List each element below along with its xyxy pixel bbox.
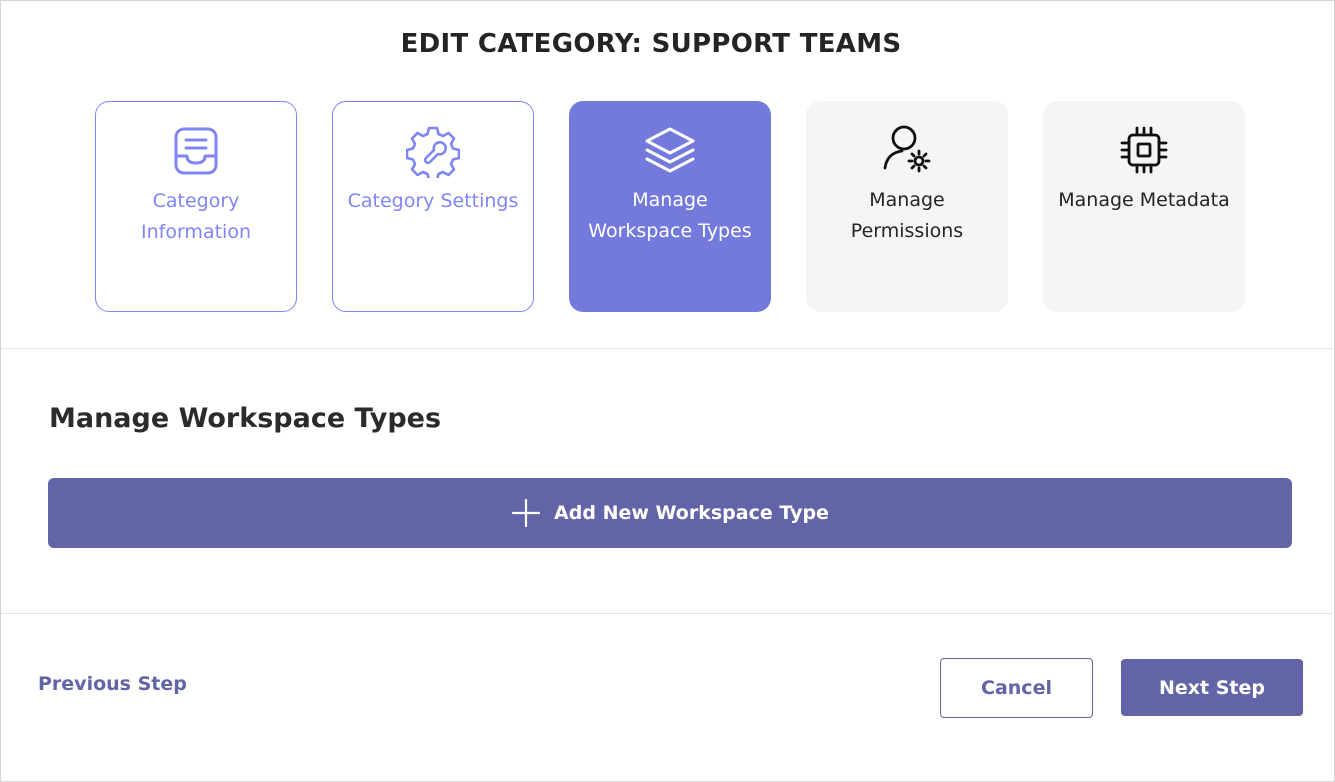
previous-step-link[interactable]: Previous Step: [38, 673, 187, 695]
inbox-tray-icon: [169, 124, 223, 178]
step-category-settings[interactable]: Category Settings: [332, 101, 534, 312]
step-label: Manage Permissions: [850, 189, 964, 242]
step-label: Category Settings: [347, 190, 519, 212]
divider-top: [1, 348, 1335, 349]
add-new-workspace-type-button[interactable]: Add New Workspace Type: [48, 478, 1292, 548]
chip-icon: [1117, 123, 1171, 177]
step-manage-permissions[interactable]: Manage Permissions: [806, 101, 1008, 312]
layers-icon: [643, 123, 697, 177]
section-title: Manage Workspace Types: [49, 403, 442, 434]
dialog-title: EDIT CATEGORY: SUPPORT TEAMS: [400, 29, 902, 59]
cancel-button[interactable]: Cancel: [940, 658, 1093, 718]
step-label: Manage Metadata: [1058, 189, 1230, 211]
step-category-information[interactable]: Category Information: [95, 101, 297, 312]
step-manage-workspace-types[interactable]: Manage Workspace Types: [569, 101, 771, 312]
divider-bottom: [1, 613, 1335, 614]
step-label: Manage Workspace Types: [588, 189, 752, 242]
edit-category-dialog: EDIT CATEGORY: SUPPORT TEAMS Category In…: [0, 0, 1335, 782]
step-label: Category Information: [141, 190, 251, 243]
gear-wrench-icon: [406, 124, 460, 178]
person-gear-icon: [880, 123, 934, 177]
add-button-label: Add New Workspace Type: [554, 502, 829, 524]
step-manage-metadata[interactable]: Manage Metadata: [1043, 101, 1245, 312]
next-step-button[interactable]: Next Step: [1121, 659, 1303, 716]
plus-icon: [511, 498, 541, 528]
